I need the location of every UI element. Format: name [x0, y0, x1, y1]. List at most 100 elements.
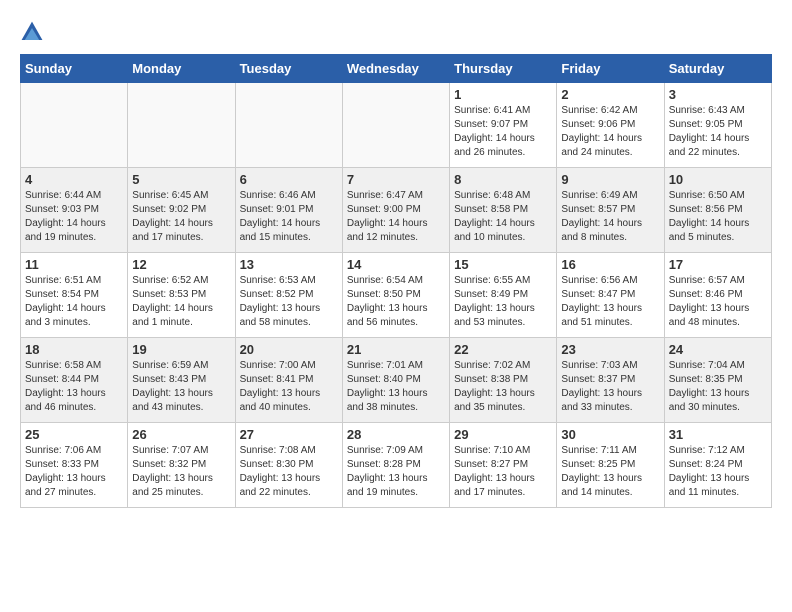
day-info: Sunrise: 7:00 AM Sunset: 8:41 PM Dayligh… [240, 359, 338, 415]
day-cell [128, 83, 235, 168]
day-number: 14 [347, 257, 445, 272]
weekday-friday: Friday [557, 55, 664, 83]
day-number: 7 [347, 172, 445, 187]
day-cell: 19 Sunrise: 6:59 AM Sunset: 8:43 PM Dayli… [128, 338, 235, 423]
header [20, 20, 772, 44]
day-number: 13 [240, 257, 338, 272]
day-info: Sunrise: 6:49 AM Sunset: 8:57 PM Dayligh… [561, 189, 659, 245]
day-info: Sunrise: 7:04 AM Sunset: 8:35 PM Dayligh… [669, 359, 767, 415]
day-info: Sunrise: 6:59 AM Sunset: 8:43 PM Dayligh… [132, 359, 230, 415]
day-info: Sunrise: 6:43 AM Sunset: 9:05 PM Dayligh… [669, 104, 767, 160]
calendar-table: SundayMondayTuesdayWednesdayThursdayFrid… [20, 54, 772, 508]
day-info: Sunrise: 6:57 AM Sunset: 8:46 PM Dayligh… [669, 274, 767, 330]
day-number: 28 [347, 427, 445, 442]
day-number: 12 [132, 257, 230, 272]
week-row-4: 18 Sunrise: 6:58 AM Sunset: 8:44 PM Dayli… [21, 338, 772, 423]
day-info: Sunrise: 6:45 AM Sunset: 9:02 PM Dayligh… [132, 189, 230, 245]
day-cell: 7Sunrise: 6:47 AM Sunset: 9:00 PM Daylig… [342, 168, 449, 253]
week-row-3: 11Sunrise: 6:51 AM Sunset: 8:54 PM Dayli… [21, 253, 772, 338]
day-number: 5 [132, 172, 230, 187]
day-info: Sunrise: 6:44 AM Sunset: 9:03 PM Dayligh… [25, 189, 123, 245]
weekday-saturday: Saturday [664, 55, 771, 83]
day-info: Sunrise: 7:11 AM Sunset: 8:25 PM Dayligh… [561, 444, 659, 500]
day-cell: 18 Sunrise: 6:58 AM Sunset: 8:44 PM Dayli… [21, 338, 128, 423]
day-cell: 4 Sunrise: 6:44 AM Sunset: 9:03 PM Daylig… [21, 168, 128, 253]
day-number: 16 [561, 257, 659, 272]
day-cell [342, 83, 449, 168]
day-cell: 17 Sunrise: 6:57 AM Sunset: 8:46 PM Dayli… [664, 253, 771, 338]
day-number: 25 [25, 427, 123, 442]
day-number: 27 [240, 427, 338, 442]
weekday-tuesday: Tuesday [235, 55, 342, 83]
day-number: 4 [25, 172, 123, 187]
day-number: 6 [240, 172, 338, 187]
weekday-monday: Monday [128, 55, 235, 83]
day-cell: 24 Sunrise: 7:04 AM Sunset: 8:35 PM Dayli… [664, 338, 771, 423]
day-info: Sunrise: 6:56 AM Sunset: 8:47 PM Dayligh… [561, 274, 659, 330]
day-number: 10 [669, 172, 767, 187]
week-row-5: 25 Sunrise: 7:06 AM Sunset: 8:33 PM Dayli… [21, 423, 772, 508]
day-cell: 20 Sunrise: 7:00 AM Sunset: 8:41 PM Dayli… [235, 338, 342, 423]
day-number: 26 [132, 427, 230, 442]
day-info: Sunrise: 6:46 AM Sunset: 9:01 PM Dayligh… [240, 189, 338, 245]
day-cell: 16 Sunrise: 6:56 AM Sunset: 8:47 PM Dayli… [557, 253, 664, 338]
day-info: Sunrise: 6:50 AM Sunset: 8:56 PM Dayligh… [669, 189, 767, 245]
day-cell: 26 Sunrise: 7:07 AM Sunset: 8:32 PM Dayli… [128, 423, 235, 508]
day-cell: 11Sunrise: 6:51 AM Sunset: 8:54 PM Dayli… [21, 253, 128, 338]
day-cell: 8Sunrise: 6:48 AM Sunset: 8:58 PM Daylig… [450, 168, 557, 253]
day-cell: 2Sunrise: 6:42 AM Sunset: 9:06 PM Daylig… [557, 83, 664, 168]
day-cell: 27 Sunrise: 7:08 AM Sunset: 8:30 PM Dayli… [235, 423, 342, 508]
day-number: 2 [561, 87, 659, 102]
week-row-1: 1Sunrise: 6:41 AM Sunset: 9:07 PM Daylig… [21, 83, 772, 168]
day-cell: 6 Sunrise: 6:46 AM Sunset: 9:01 PM Daylig… [235, 168, 342, 253]
day-info: Sunrise: 6:54 AM Sunset: 8:50 PM Dayligh… [347, 274, 445, 330]
day-cell: 29Sunrise: 7:10 AM Sunset: 8:27 PM Dayli… [450, 423, 557, 508]
day-number: 18 [25, 342, 123, 357]
day-info: Sunrise: 7:12 AM Sunset: 8:24 PM Dayligh… [669, 444, 767, 500]
weekday-thursday: Thursday [450, 55, 557, 83]
day-number: 21 [347, 342, 445, 357]
day-info: Sunrise: 6:55 AM Sunset: 8:49 PM Dayligh… [454, 274, 552, 330]
day-cell: 10 Sunrise: 6:50 AM Sunset: 8:56 PM Dayli… [664, 168, 771, 253]
day-number: 20 [240, 342, 338, 357]
day-number: 22 [454, 342, 552, 357]
day-number: 30 [561, 427, 659, 442]
day-number: 9 [561, 172, 659, 187]
day-info: Sunrise: 6:51 AM Sunset: 8:54 PM Dayligh… [25, 274, 123, 330]
weekday-sunday: Sunday [21, 55, 128, 83]
day-cell: 31 Sunrise: 7:12 AM Sunset: 8:24 PM Dayli… [664, 423, 771, 508]
day-cell: 22 Sunrise: 7:02 AM Sunset: 8:38 PM Dayli… [450, 338, 557, 423]
day-number: 3 [669, 87, 767, 102]
day-number: 23 [561, 342, 659, 357]
day-info: Sunrise: 6:58 AM Sunset: 8:44 PM Dayligh… [25, 359, 123, 415]
day-number: 17 [669, 257, 767, 272]
day-cell [235, 83, 342, 168]
day-number: 29 [454, 427, 552, 442]
weekday-wednesday: Wednesday [342, 55, 449, 83]
day-info: Sunrise: 7:03 AM Sunset: 8:37 PM Dayligh… [561, 359, 659, 415]
day-cell: 14 Sunrise: 6:54 AM Sunset: 8:50 PM Dayli… [342, 253, 449, 338]
day-info: Sunrise: 7:01 AM Sunset: 8:40 PM Dayligh… [347, 359, 445, 415]
day-cell: 28 Sunrise: 7:09 AM Sunset: 8:28 PM Dayli… [342, 423, 449, 508]
day-info: Sunrise: 7:09 AM Sunset: 8:28 PM Dayligh… [347, 444, 445, 500]
day-cell: 30 Sunrise: 7:11 AM Sunset: 8:25 PM Dayli… [557, 423, 664, 508]
day-cell: 23 Sunrise: 7:03 AM Sunset: 8:37 PM Dayli… [557, 338, 664, 423]
day-number: 19 [132, 342, 230, 357]
day-cell: 15Sunrise: 6:55 AM Sunset: 8:49 PM Dayli… [450, 253, 557, 338]
day-cell: 5 Sunrise: 6:45 AM Sunset: 9:02 PM Daylig… [128, 168, 235, 253]
day-info: Sunrise: 7:02 AM Sunset: 8:38 PM Dayligh… [454, 359, 552, 415]
day-info: Sunrise: 6:52 AM Sunset: 8:53 PM Dayligh… [132, 274, 230, 330]
day-info: Sunrise: 6:41 AM Sunset: 9:07 PM Dayligh… [454, 104, 552, 160]
day-number: 31 [669, 427, 767, 442]
day-info: Sunrise: 7:06 AM Sunset: 8:33 PM Dayligh… [25, 444, 123, 500]
week-row-2: 4 Sunrise: 6:44 AM Sunset: 9:03 PM Daylig… [21, 168, 772, 253]
weekday-header-row: SundayMondayTuesdayWednesdayThursdayFrid… [21, 55, 772, 83]
day-cell: 1Sunrise: 6:41 AM Sunset: 9:07 PM Daylig… [450, 83, 557, 168]
day-info: Sunrise: 7:07 AM Sunset: 8:32 PM Dayligh… [132, 444, 230, 500]
day-cell: 21 Sunrise: 7:01 AM Sunset: 8:40 PM Dayli… [342, 338, 449, 423]
day-number: 24 [669, 342, 767, 357]
day-cell [21, 83, 128, 168]
day-info: Sunrise: 7:08 AM Sunset: 8:30 PM Dayligh… [240, 444, 338, 500]
logo-icon [20, 20, 44, 44]
day-info: Sunrise: 6:48 AM Sunset: 8:58 PM Dayligh… [454, 189, 552, 245]
